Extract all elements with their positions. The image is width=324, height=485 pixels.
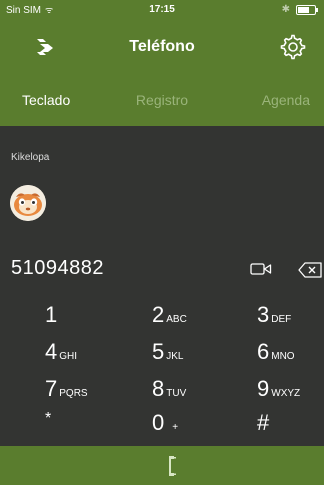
key-star[interactable]: * [45,410,53,438]
title-bar: Teléfono [0,20,324,74]
call-bar[interactable] [0,446,324,485]
key-letters: MNO [271,351,295,362]
key-6[interactable]: 6 MNO [257,339,295,367]
key-digit: 3 [257,302,270,327]
phone-call-icon[interactable] [165,454,179,478]
contact-avatar[interactable] [10,185,46,221]
key-letters: + [172,422,179,433]
status-time: 17:15 [149,4,175,15]
key-3[interactable]: 3 DEF [257,302,291,330]
status-bar: Sin SIM ᯤ 17:15 ✱ [0,0,324,20]
animal-face-avatar [10,185,46,221]
key-letters: PQRS [59,388,88,399]
key-9[interactable]: 9 WXYZ [257,376,300,404]
key-digit: 5 [152,339,165,364]
key-letters: JKL [166,351,184,362]
key-digit: # [257,410,270,435]
tab-bar: Teclado Registro Agenda [0,74,324,126]
key-hash[interactable]: # [257,410,271,438]
gear-icon[interactable] [280,34,306,60]
key-5[interactable]: 5 JKL [152,339,183,367]
key-2[interactable]: 2 ABC [152,302,187,330]
backspace-icon[interactable] [298,262,322,278]
key-digit: 9 [257,376,270,401]
dialed-number: 51094882 [11,257,104,279]
key-digit: 2 [152,302,165,327]
key-4[interactable]: 4 GHI [45,339,77,367]
keypad: 1 2 ABC 3 DEF 4 GHI 5 JKL 6 MNO 7 PQRS 8 TUV 9W… [0,300,324,446]
key-0[interactable]: 0 + [152,410,178,438]
tab-contacts[interactable]: Agenda [262,74,310,126]
bluetooth-icon: ✱ [281,4,290,15]
status-right: ✱ [281,0,318,20]
key-letters: WXYZ [271,388,301,399]
key-letters: TUV [166,388,187,399]
page-title: Teléfono [129,38,195,55]
key-letters: DEF [271,314,292,325]
key-digit: 8 [152,376,165,401]
key-digit: 7 [45,376,58,401]
video-camera-icon[interactable] [250,262,272,276]
key-letters: ABC [166,314,187,325]
contact-name: Kikelopa [11,152,50,163]
key-digit: 1 [45,302,58,327]
key-8[interactable]: 8 TUV [152,376,186,404]
key-digit: * [45,410,52,427]
key-digit: 4 [45,339,58,364]
key-digit: 6 [257,339,270,364]
key-letters: GHI [59,351,78,362]
key-1[interactable]: 1 [45,302,59,330]
key-digit: 0 [152,410,165,435]
battery-icon [296,5,318,15]
key-7[interactable]: 7 PQRS [45,376,88,404]
